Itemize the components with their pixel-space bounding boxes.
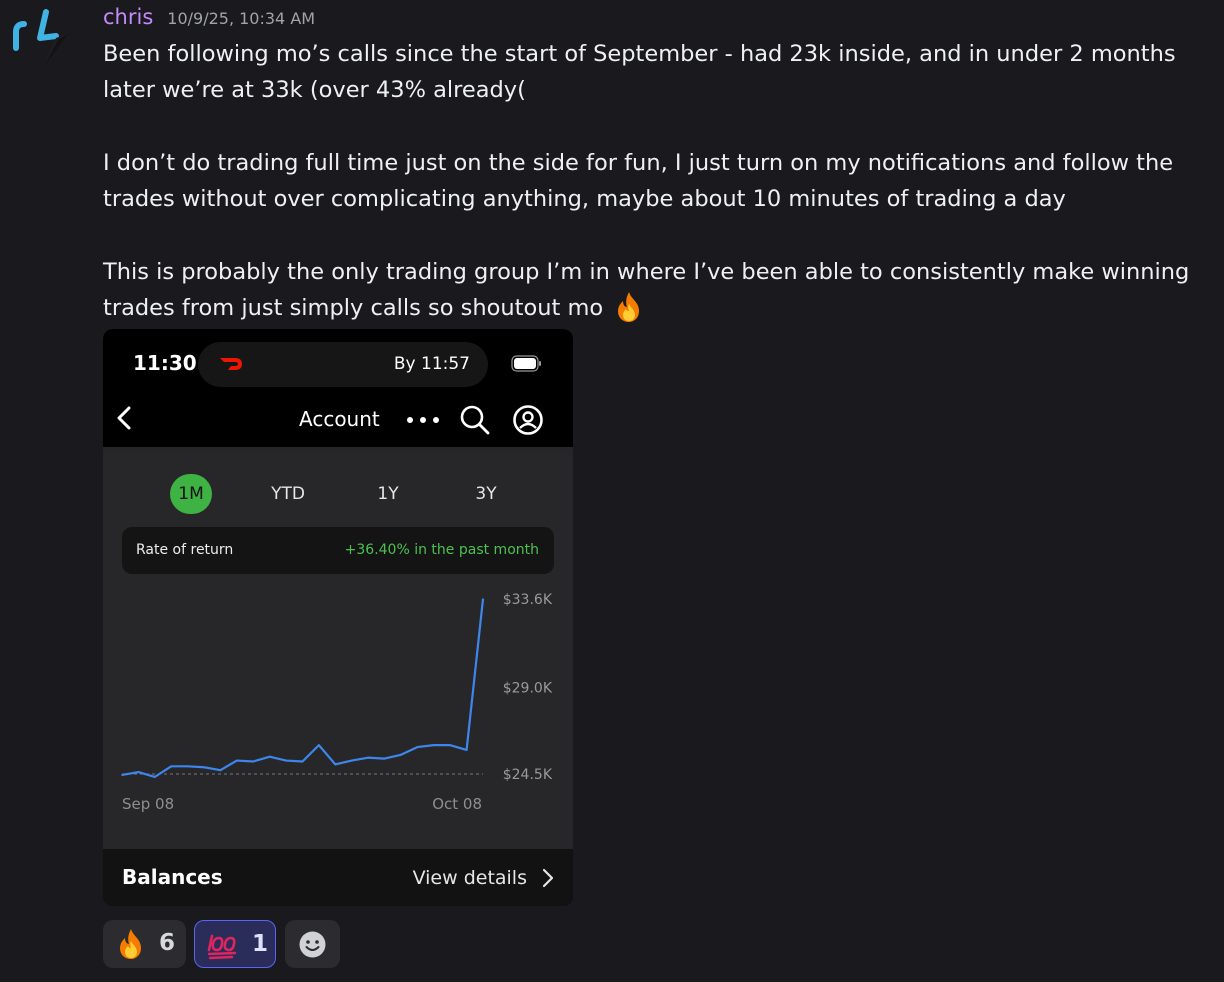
data-point	[432, 744, 435, 746]
add-reaction-icon	[299, 931, 326, 957]
rate-of-return-value: +36.40% in the past month	[344, 542, 539, 558]
status-bar: 11:30 By 11:57	[103, 329, 573, 391]
y-tick-label: $24.5K	[503, 767, 553, 783]
performance-panel: 1M YTD 1Y 3Y Rate of return +36.40% in t…	[103, 454, 573, 849]
message-header: chris 10/9/25, 10:34 AM	[103, 5, 315, 31]
data-point	[301, 760, 304, 763]
portfolio-chart[interactable]: $33.6K $29.0K $24.5K Sep 08 Oct 08	[103, 579, 573, 859]
view-details-link[interactable]: View details	[413, 863, 555, 893]
data-point	[482, 598, 484, 600]
data-point	[416, 746, 419, 748]
app-nav-bar: Account	[103, 391, 573, 447]
range-tab-1y[interactable]: 1Y	[369, 474, 407, 514]
data-point	[449, 744, 451, 746]
balances-label: Balances	[122, 865, 223, 889]
data-point	[383, 757, 386, 760]
range-tab-1m[interactable]: 1M	[170, 474, 212, 514]
data-point	[137, 771, 140, 773]
balances-row[interactable]: Balances View details	[103, 849, 573, 906]
reaction-fire[interactable]: 6	[103, 920, 186, 968]
data-point	[334, 763, 337, 766]
message-body: Been following mo’s calls since the star…	[103, 36, 1218, 326]
data-point	[236, 759, 238, 762]
doordash-icon	[220, 358, 242, 370]
hundred-points-icon	[207, 934, 237, 960]
page-title: Account	[299, 407, 380, 431]
data-point	[367, 756, 369, 759]
message-paragraph: I don’t do trading full time just on the…	[103, 149, 1174, 213]
divider	[103, 447, 573, 454]
author-name[interactable]: chris	[103, 5, 153, 29]
rate-of-return-label: Rate of return	[136, 542, 234, 558]
reaction-count: 6	[159, 930, 176, 956]
fire-icon	[120, 929, 141, 959]
dynamic-island: By 11:57	[198, 342, 488, 387]
x-tick-label: Oct 08	[432, 795, 482, 813]
data-point	[350, 759, 353, 762]
data-point	[318, 744, 320, 746]
data-point	[400, 753, 402, 756]
range-tab-3y[interactable]: 3Y	[467, 474, 505, 514]
range-tab-ytd[interactable]: YTD	[265, 474, 311, 514]
attachment-screenshot[interactable]: 11:30 By 11:57 Account 1M YTD 1Y 3Y Rate…	[103, 329, 573, 906]
back-icon[interactable]	[113, 404, 139, 432]
reaction-100[interactable]: 1	[194, 920, 276, 968]
reaction-count: 1	[252, 931, 269, 957]
fire-icon	[618, 292, 640, 323]
profile-icon[interactable]	[512, 404, 544, 436]
data-point	[268, 755, 271, 758]
y-tick-label: $29.0K	[503, 680, 553, 696]
data-point	[252, 760, 255, 763]
series-line	[121, 598, 485, 778]
status-time: 11:30	[133, 351, 197, 375]
view-details-label: View details	[412, 867, 527, 889]
data-point	[219, 769, 222, 771]
message-paragraph: Been following mo’s calls since the star…	[103, 41, 1176, 104]
avatar[interactable]	[8, 4, 78, 70]
data-point	[170, 765, 173, 768]
data-point	[465, 749, 468, 751]
data-point	[203, 766, 205, 769]
search-icon[interactable]	[459, 404, 491, 436]
x-tick-label: Sep 08	[122, 795, 174, 813]
data-point	[154, 776, 156, 778]
data-point	[121, 774, 123, 776]
rate-of-return-card: Rate of return +36.40% in the past month	[122, 527, 554, 574]
message-paragraph: This is probably the only trading group …	[103, 254, 1218, 327]
battery-icon	[511, 355, 541, 372]
message-timestamp: 10/9/25, 10:34 AM	[167, 9, 316, 28]
island-eta: By 11:57	[393, 354, 470, 374]
more-icon[interactable]	[406, 415, 440, 425]
y-tick-label: $33.6K	[503, 592, 553, 608]
data-point	[186, 765, 189, 768]
add-reaction-button[interactable]	[285, 920, 340, 968]
chevron-right-icon	[542, 868, 554, 888]
data-point	[285, 759, 287, 762]
